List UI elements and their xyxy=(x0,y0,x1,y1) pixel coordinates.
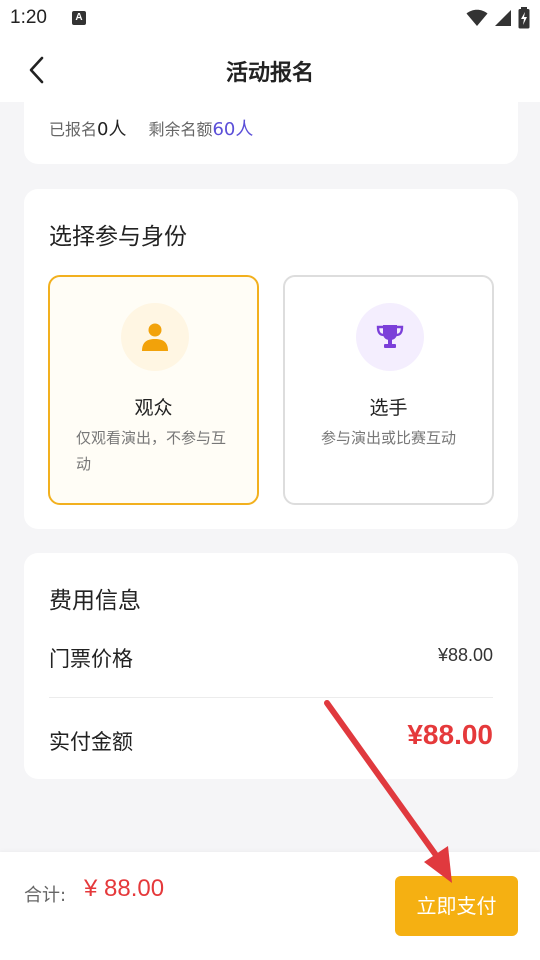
a-icon: A xyxy=(72,11,86,25)
role-desc-audience: 仅观看演出，不参与互动 xyxy=(76,429,227,473)
pay-now-button[interactable]: 立即支付 xyxy=(395,876,518,936)
bottom-bar: 合计: ¥ 88.00 立即支付 xyxy=(0,852,540,960)
quota-card: 已报名0人 剩余名额60人 xyxy=(24,90,518,164)
paid-amount-label: 实付金额 xyxy=(49,730,133,754)
status-bar: 1:20 A xyxy=(0,0,540,36)
identity-title: 选择参与身份 xyxy=(49,224,187,250)
total-label: 合计: xyxy=(24,885,67,906)
fee-divider xyxy=(49,697,493,698)
role-name-audience: 观众 xyxy=(134,397,173,419)
ticket-price-value: ¥88.00 xyxy=(437,645,493,665)
signal-icon xyxy=(495,10,511,26)
player-icon-badge xyxy=(356,303,424,371)
audience-icon-badge xyxy=(121,303,189,371)
identity-card: 选择参与身份 观众 仅观看演出，不参与互动 选手 参与演出或比赛互动 xyxy=(24,189,518,529)
person-icon xyxy=(142,323,168,351)
paid-amount-value: ¥88.00 xyxy=(407,719,493,750)
role-desc-player: 参与演出或比赛互动 xyxy=(320,429,456,447)
role-name-player: 选手 xyxy=(369,397,408,419)
status-icons xyxy=(466,7,530,29)
role-option-player[interactable]: 选手 参与演出或比赛互动 xyxy=(283,275,494,505)
quota-row: 已报名0人 剩余名额60人 xyxy=(49,115,253,141)
total-value: ¥ 88.00 xyxy=(84,875,165,902)
status-time: 1:20 xyxy=(10,7,47,28)
remaining-label: 剩余名额 xyxy=(148,120,213,139)
page-title: 活动报名 xyxy=(225,61,314,86)
ticket-price-label: 门票价格 xyxy=(49,647,133,671)
wifi-icon xyxy=(466,9,488,26)
battery-charging-icon xyxy=(518,7,530,29)
fee-title: 费用信息 xyxy=(49,588,141,614)
registered-label: 已报名 xyxy=(49,120,98,139)
registered-count: 0人 xyxy=(97,119,127,140)
trophy-icon xyxy=(376,325,404,348)
fee-card: 费用信息 门票价格 ¥88.00 实付金额 ¥88.00 xyxy=(24,553,518,779)
role-option-audience[interactable]: 观众 仅观看演出，不参与互动 xyxy=(48,275,259,505)
remaining-count: 60人 xyxy=(212,119,254,140)
